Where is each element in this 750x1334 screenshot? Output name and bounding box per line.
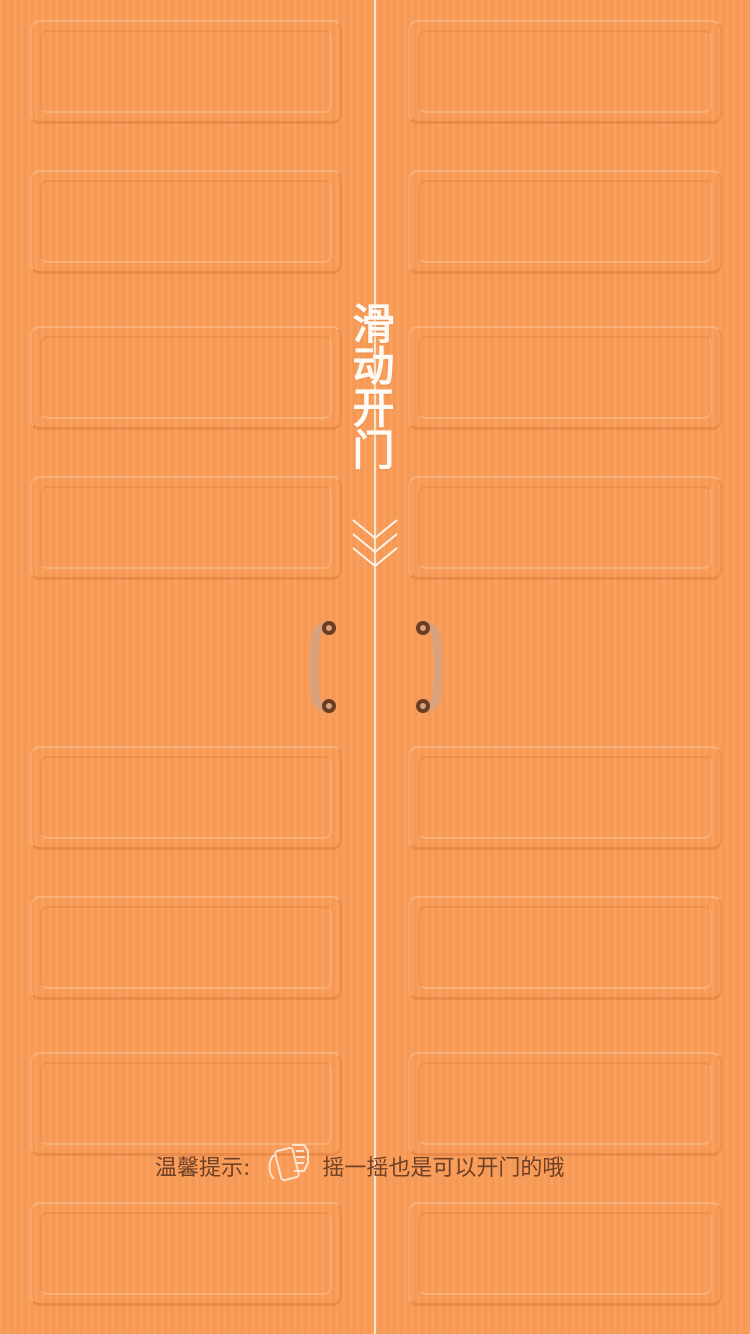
shake-phone-icon (268, 1144, 310, 1182)
door-panel (408, 746, 722, 850)
door-panel (30, 1202, 342, 1306)
door-panel (30, 20, 342, 124)
door-panel (30, 746, 342, 850)
door-panel (30, 170, 342, 274)
door-panel (408, 1202, 722, 1306)
door-panel (408, 170, 722, 274)
door-panel (408, 326, 722, 430)
door-panel (30, 476, 342, 580)
door-panel (408, 476, 722, 580)
door-panel (30, 326, 342, 430)
door-panel (408, 20, 722, 124)
left-door-handle[interactable] (310, 621, 340, 713)
tip-bar: 温馨提示: 摇一摇也是可以开门的哦 (155, 1138, 564, 1194)
door-panel (408, 896, 722, 1000)
right-door-handle[interactable] (412, 621, 442, 713)
slide-to-open-title: 滑动开门 (346, 302, 395, 470)
tip-text: 摇一摇也是可以开门的哦 (322, 1156, 565, 1181)
tip-label: 温馨提示: (155, 1156, 251, 1181)
door-panel (30, 896, 342, 1000)
chevron-down-icon (352, 519, 398, 568)
door-seam (374, 0, 376, 1334)
